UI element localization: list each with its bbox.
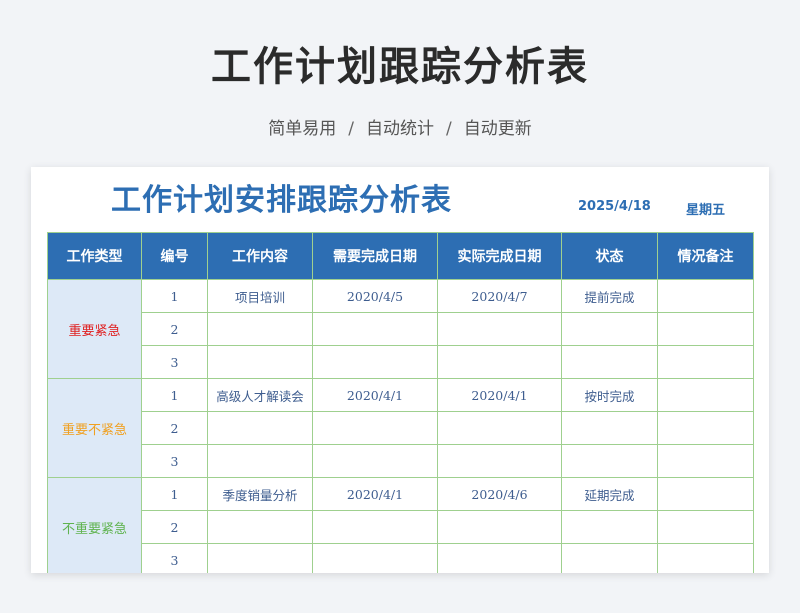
content-cell[interactable] [207,411,313,445]
page-title: 工作计划跟踪分析表 [211,44,589,90]
status-cell[interactable] [561,510,658,544]
work-type-cell[interactable]: 重要紧急 [47,279,142,379]
work-type-cell[interactable]: 重要不紧急 [47,378,142,478]
note-cell[interactable] [657,477,754,511]
status-cell[interactable] [561,312,658,346]
number-cell[interactable]: 1 [141,378,208,412]
actual-date-cell[interactable]: 2020/4/7 [437,279,562,313]
due-date-cell[interactable]: 2020/4/1 [312,378,438,412]
table-row: 重要紧急 1 项目培训 2020/4/5 2020/4/7 提前完成 [47,279,754,379]
note-cell[interactable] [657,378,754,412]
tag-separator: / [446,119,452,139]
feature-tag: 自动统计 [366,119,434,139]
due-date-cell[interactable] [312,444,438,478]
content-cell[interactable] [207,444,313,478]
table-row: 3 [48,444,754,478]
content-cell[interactable]: 高级人才解读会 [207,378,313,412]
status-cell[interactable] [561,345,658,379]
due-date-cell[interactable]: 2020/4/1 [312,477,438,511]
note-cell[interactable] [657,543,754,573]
number-cell[interactable]: 2 [141,510,208,544]
due-date-cell[interactable] [312,543,438,573]
number-cell[interactable]: 3 [141,345,208,379]
work-plan-table: 工作类型 编号 工作内容 需要完成日期 实际完成日期 状态 情况备注 重要紧急 1… [47,232,754,573]
status-cell[interactable] [561,444,658,478]
note-cell[interactable] [657,411,754,445]
current-date: 2025/4/18 [578,199,651,214]
content-cell[interactable]: 项目培训 [207,279,313,313]
status-cell[interactable]: 按时完成 [561,378,658,412]
column-header: 实际完成日期 [437,232,562,280]
sheet-title: 工作计划安排跟踪分析表 [111,183,452,218]
actual-date-cell[interactable] [437,444,562,478]
number-cell[interactable]: 1 [141,279,208,313]
due-date-cell[interactable] [312,510,438,544]
actual-date-cell[interactable] [437,345,562,379]
tag-separator: / [348,119,354,139]
work-type-cell[interactable]: 不重要紧急 [47,477,142,573]
current-weekday: 星期五 [686,203,726,218]
table-row: 2 [48,510,754,544]
content-cell[interactable]: 季度销量分析 [207,477,313,511]
note-cell[interactable] [657,312,754,346]
number-cell[interactable]: 2 [141,312,208,346]
number-cell[interactable]: 3 [141,444,208,478]
column-header: 工作内容 [207,232,313,280]
note-cell[interactable] [657,444,754,478]
spreadsheet-preview: 工作计划安排跟踪分析表 2025/4/18 星期五 工作类型 编号 工作内容 需… [31,167,769,573]
table-row: 重要不紧急 1 高级人才解读会 2020/4/1 2020/4/1 按时完成 [47,378,754,478]
status-cell[interactable]: 提前完成 [561,279,658,313]
table-row: 2 [48,411,754,445]
status-cell[interactable]: 延期完成 [561,477,658,511]
column-header: 状态 [561,232,658,280]
table-row: 2 [48,312,754,346]
content-cell[interactable] [207,345,313,379]
note-cell[interactable] [657,510,754,544]
note-cell[interactable] [657,345,754,379]
due-date-cell[interactable]: 2020/4/5 [312,279,438,313]
content-cell[interactable] [207,312,313,346]
actual-date-cell[interactable] [437,510,562,544]
actual-date-cell[interactable] [437,411,562,445]
column-header: 需要完成日期 [312,232,438,280]
due-date-cell[interactable] [312,411,438,445]
column-header: 编号 [141,232,208,280]
actual-date-cell[interactable] [437,312,562,346]
number-cell[interactable]: 3 [141,543,208,573]
actual-date-cell[interactable] [437,543,562,573]
actual-date-cell[interactable]: 2020/4/6 [437,477,562,511]
column-header: 工作类型 [47,232,142,280]
note-cell[interactable] [657,279,754,313]
table-row: 3 [48,345,754,379]
due-date-cell[interactable] [312,345,438,379]
content-cell[interactable] [207,510,313,544]
status-cell[interactable] [561,411,658,445]
feature-tags: 简单易用 / 自动统计 / 自动更新 [0,114,800,139]
due-date-cell[interactable] [312,312,438,346]
feature-tag: 自动更新 [463,119,532,139]
table-row: 不重要紧急 1 季度销量分析 2020/4/1 2020/4/6 延期完成 [47,477,754,573]
table-header-row: 工作类型 编号 工作内容 需要完成日期 实际完成日期 状态 情况备注 [47,232,754,280]
column-header: 情况备注 [657,232,754,280]
table-row: 3 [48,543,754,573]
content-cell[interactable] [207,543,313,573]
number-cell[interactable]: 2 [141,411,208,445]
feature-tag: 简单易用 [268,119,337,139]
table-body: 重要紧急 1 项目培训 2020/4/5 2020/4/7 提前完成 2 3 重要不紧急 1 高级人… [47,279,754,573]
status-cell[interactable] [561,543,658,573]
number-cell[interactable]: 1 [141,477,208,511]
actual-date-cell[interactable]: 2020/4/1 [437,378,562,412]
